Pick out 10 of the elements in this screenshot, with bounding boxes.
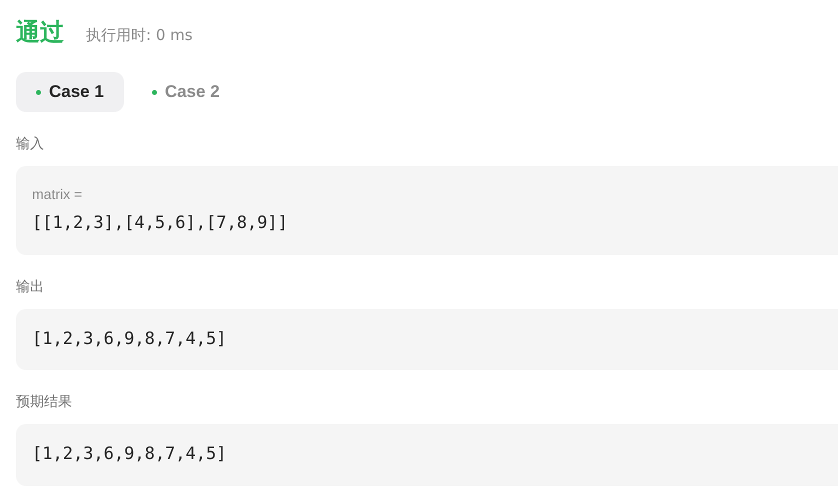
status-title: 通过 [16, 17, 64, 48]
section-label: 预期结果 [16, 393, 73, 412]
case-tab[interactable]: Case 1 [16, 72, 124, 112]
param-value: [[1,2,3],[4,5,6],[7,8,9]] [32, 212, 289, 235]
runtime-text: 执行用时: 0 ms [86, 25, 193, 46]
result-value: [1,2,3,6,9,8,7,4,5] [32, 443, 228, 466]
section-label: 输出 [16, 278, 45, 296]
section-label: 输入 [16, 135, 45, 154]
result-value: [1,2,3,6,9,8,7,4,5] [32, 328, 228, 350]
param-name: matrix = [32, 185, 84, 204]
